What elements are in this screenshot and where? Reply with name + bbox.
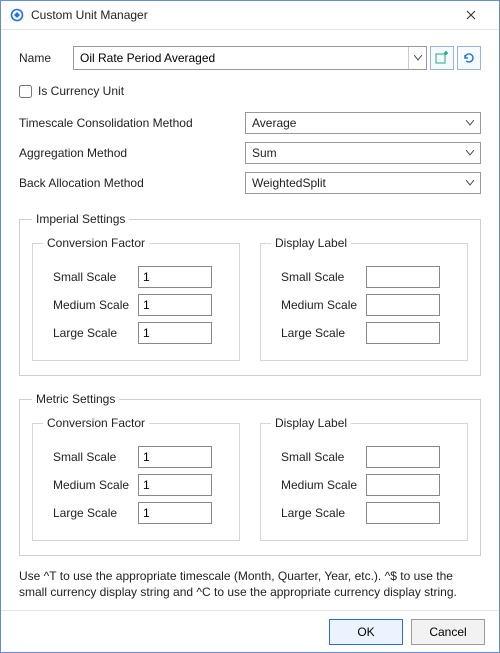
currency-checkbox-row[interactable]: Is Currency Unit — [19, 84, 481, 98]
dialog-footer: OK Cancel — [1, 610, 499, 652]
imp-conv-medium-label: Medium Scale — [43, 298, 138, 312]
imp-conv-small-input[interactable] — [138, 266, 212, 288]
backalloc-select[interactable]: WeightedSplit — [245, 172, 481, 194]
met-conv-medium-input[interactable] — [138, 474, 212, 496]
imp-disp-small-input[interactable] — [366, 266, 440, 288]
close-button[interactable] — [451, 1, 491, 29]
add-unit-button[interactable] — [430, 46, 454, 70]
met-disp-small-label: Small Scale — [271, 450, 366, 464]
imp-disp-medium-label: Medium Scale — [271, 298, 366, 312]
cancel-button[interactable]: Cancel — [411, 619, 485, 645]
imp-conv-large-input[interactable] — [138, 322, 212, 344]
metric-legend: Metric Settings — [32, 392, 119, 406]
ok-button[interactable]: OK — [329, 619, 403, 645]
name-combo-caret[interactable] — [408, 47, 426, 69]
titlebar: Custom Unit Manager — [1, 1, 499, 30]
backalloc-label: Back Allocation Method — [19, 176, 245, 190]
met-disp-medium-label: Medium Scale — [271, 478, 366, 492]
metric-group: Metric Settings Conversion Factor Small … — [19, 392, 481, 556]
name-combo[interactable] — [73, 46, 427, 70]
add-icon — [435, 51, 449, 65]
imp-disp-small-label: Small Scale — [271, 270, 366, 284]
imperial-display-group: Display Label Small Scale Medium Scale L… — [260, 236, 468, 361]
met-conv-large-label: Large Scale — [43, 506, 138, 520]
refresh-unit-button[interactable] — [457, 46, 481, 70]
imp-disp-medium-input[interactable] — [366, 294, 440, 316]
met-disp-small-input[interactable] — [366, 446, 440, 468]
backalloc-row: Back Allocation Method WeightedSplit — [19, 172, 481, 194]
name-input[interactable] — [74, 47, 408, 69]
imp-conv-small-label: Small Scale — [43, 270, 138, 284]
timescale-row: Timescale Consolidation Method Average — [19, 112, 481, 134]
imperial-conversion-group: Conversion Factor Small Scale Medium Sca… — [32, 236, 240, 361]
met-conv-small-label: Small Scale — [43, 450, 138, 464]
met-disp-large-label: Large Scale — [271, 506, 366, 520]
name-row: Name — [19, 46, 481, 70]
met-disp-medium-input[interactable] — [366, 474, 440, 496]
currency-checkbox[interactable] — [19, 85, 32, 98]
chevron-down-icon — [466, 180, 474, 186]
currency-label: Is Currency Unit — [38, 84, 124, 98]
imperial-legend: Imperial Settings — [32, 212, 129, 226]
imp-disp-large-label: Large Scale — [271, 326, 366, 340]
timescale-select[interactable]: Average — [245, 112, 481, 134]
app-icon — [9, 7, 25, 23]
imperial-conversion-legend: Conversion Factor — [43, 236, 149, 250]
metric-display-group: Display Label Small Scale Medium Scale L… — [260, 416, 468, 541]
dialog-content: Name — [1, 30, 499, 610]
met-disp-large-input[interactable] — [366, 502, 440, 524]
window-title: Custom Unit Manager — [31, 8, 451, 22]
backalloc-value: WeightedSplit — [252, 176, 326, 190]
chevron-down-icon — [466, 120, 474, 126]
imp-disp-large-input[interactable] — [366, 322, 440, 344]
imperial-display-legend: Display Label — [271, 236, 351, 250]
aggregation-label: Aggregation Method — [19, 146, 245, 160]
met-conv-medium-label: Medium Scale — [43, 478, 138, 492]
hint-text: Use ^T to use the appropriate timescale … — [19, 568, 481, 600]
chevron-down-icon — [414, 55, 422, 61]
name-label: Name — [19, 51, 73, 65]
met-conv-large-input[interactable] — [138, 502, 212, 524]
aggregation-value: Sum — [252, 146, 277, 160]
name-combo-wrap — [73, 46, 481, 70]
metric-conversion-legend: Conversion Factor — [43, 416, 149, 430]
timescale-value: Average — [252, 116, 296, 130]
aggregation-select[interactable]: Sum — [245, 142, 481, 164]
metric-conversion-group: Conversion Factor Small Scale Medium Sca… — [32, 416, 240, 541]
imp-conv-large-label: Large Scale — [43, 326, 138, 340]
met-conv-small-input[interactable] — [138, 446, 212, 468]
close-icon — [466, 10, 476, 20]
aggregation-row: Aggregation Method Sum — [19, 142, 481, 164]
imp-conv-medium-input[interactable] — [138, 294, 212, 316]
metric-display-legend: Display Label — [271, 416, 351, 430]
refresh-icon — [462, 51, 476, 65]
chevron-down-icon — [466, 150, 474, 156]
imperial-group: Imperial Settings Conversion Factor Smal… — [19, 212, 481, 376]
timescale-label: Timescale Consolidation Method — [19, 116, 245, 130]
